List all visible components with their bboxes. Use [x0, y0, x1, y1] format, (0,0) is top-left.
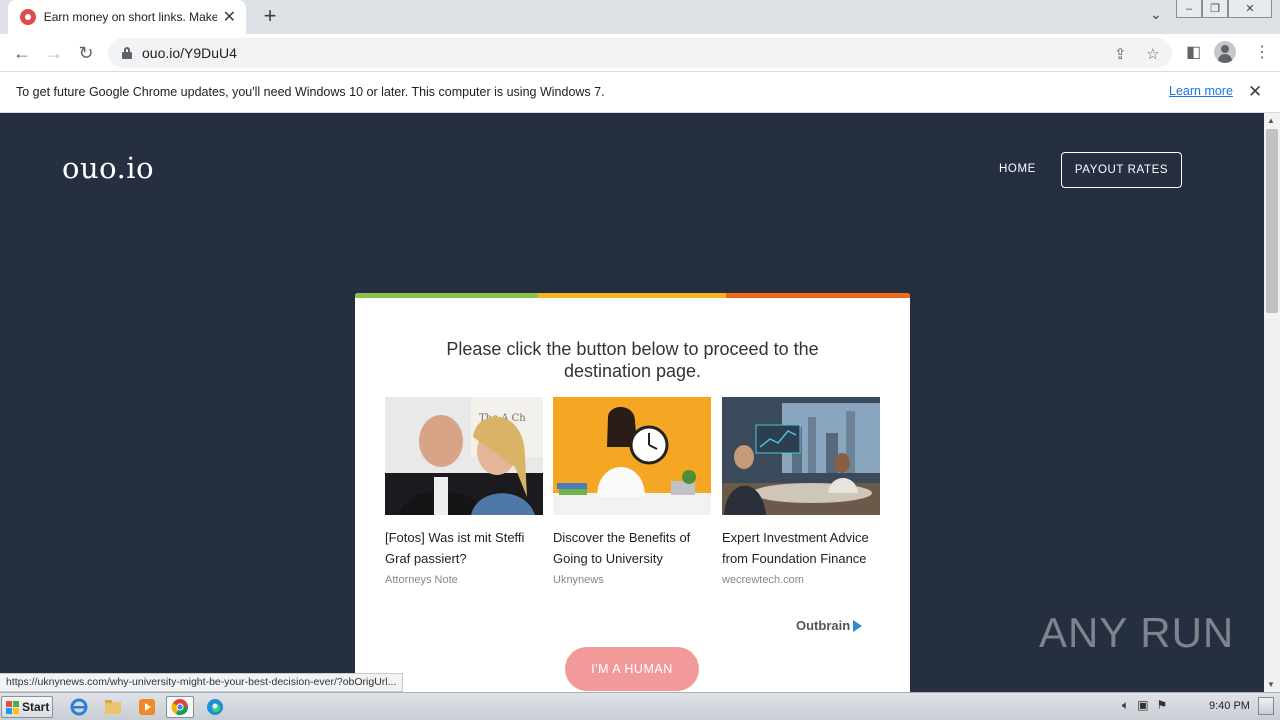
speaker-icon[interactable]: 🔈︎: [1122, 698, 1129, 713]
browser-tab[interactable]: Earn money on short links. Make sho ✕: [8, 0, 246, 34]
restore-button[interactable]: ❐: [1202, 0, 1228, 18]
window-close-button[interactable]: ✕: [1228, 0, 1272, 18]
system-tray: 🔈︎ ▣ ⚑: [1122, 698, 1167, 713]
stripe-yellow: [538, 293, 726, 298]
scroll-thumb[interactable]: [1266, 129, 1278, 313]
window-controls: ‒ ❐ ✕: [1176, 0, 1272, 18]
profile-avatar-icon[interactable]: [1214, 41, 1236, 63]
reload-icon[interactable]: ↻: [75, 42, 97, 64]
ad-title[interactable]: [Fotos] Was ist mit Steffi Graf passiert…: [385, 527, 543, 569]
action-center-flag-icon[interactable]: ⚑: [1157, 698, 1168, 713]
ad-title[interactable]: Discover the Benefits of Going to Univer…: [553, 527, 711, 569]
show-desktop-button[interactable]: [1258, 697, 1274, 715]
ad-source: Uknynews: [553, 574, 604, 586]
infobar-close-icon[interactable]: ✕: [1248, 82, 1262, 102]
menu-kebab-icon[interactable]: ⋮: [1254, 42, 1270, 62]
ad-image-clock-woman[interactable]: [553, 397, 711, 515]
side-panel-icon[interactable]: ◧: [1186, 42, 1201, 62]
tab-title: Earn money on short links. Make sho: [43, 10, 217, 24]
proceed-card: Please click the button below to proceed…: [355, 293, 910, 692]
payout-rates-button[interactable]: PAYOUT RATES: [1061, 152, 1182, 188]
network-icon[interactable]: ▣: [1137, 698, 1148, 713]
ad-item[interactable]: The A Ch [Fotos] Was ist mit Steffi Graf…: [385, 397, 543, 586]
tab-strip: Earn money on short links. Make sho ✕ + …: [0, 0, 1280, 34]
update-infobar: To get future Google Chrome updates, you…: [0, 72, 1280, 113]
nav-home-link[interactable]: HOME: [999, 163, 1036, 175]
infobar-message: To get future Google Chrome updates, you…: [16, 85, 605, 99]
ad-item[interactable]: Expert Investment Advice from Foundation…: [722, 397, 880, 586]
media-player-taskbar-icon[interactable]: [133, 696, 161, 718]
outbrain-logo[interactable]: Outbrain: [796, 618, 863, 633]
forward-arrow-icon[interactable]: →: [43, 42, 65, 64]
ad-source: Attorneys Note: [385, 574, 458, 586]
scroll-down-arrow-icon[interactable]: ▼: [1267, 680, 1275, 689]
outbrain-label: Outbrain: [796, 618, 851, 633]
page-content: ouo.io HOME PAYOUT RATES Please click th…: [0, 113, 1264, 692]
card-headline: Please click the button below to proceed…: [446, 339, 819, 381]
start-label: Start: [22, 700, 50, 714]
back-arrow-icon[interactable]: ←: [11, 42, 33, 64]
im-a-human-button[interactable]: I'M A HUMAN: [565, 647, 699, 691]
site-favicon-icon: [20, 9, 36, 25]
windows-taskbar: Start 🔈︎ ▣ ⚑ 9:40 PM: [0, 692, 1280, 720]
site-logo[interactable]: ouo.io: [62, 151, 154, 185]
anyrun-watermark: ANY RUN: [1039, 609, 1234, 657]
scroll-up-arrow-icon[interactable]: ▲: [1267, 116, 1275, 125]
chrome-taskbar-icon[interactable]: [166, 696, 194, 718]
link-status-bubble: https://uknynews.com/why-university-migh…: [0, 673, 404, 692]
share-icon[interactable]: ⇪: [1114, 45, 1127, 63]
ad-image-meeting[interactable]: [722, 397, 880, 515]
learn-more-link[interactable]: Learn more: [1169, 84, 1233, 98]
page-scrollbar[interactable]: ▲ ▼: [1264, 113, 1280, 692]
tab-search-chevron-icon[interactable]: ⌄: [1150, 6, 1162, 23]
windows-logo-icon: [6, 700, 19, 714]
minimize-button[interactable]: ‒: [1176, 0, 1202, 18]
stripe-orange: [726, 293, 910, 298]
url-text[interactable]: ouo.io/Y9DuU4: [142, 45, 237, 61]
ie-taskbar-icon[interactable]: [65, 696, 93, 718]
explorer-taskbar-icon[interactable]: [99, 696, 127, 718]
tab-close-icon[interactable]: ✕: [223, 7, 236, 27]
watermark-text: ANY RUN: [1039, 609, 1235, 656]
ad-title[interactable]: Expert Investment Advice from Foundation…: [722, 527, 880, 569]
new-tab-button[interactable]: +: [258, 3, 282, 28]
lock-icon: [122, 47, 132, 59]
outbrain-play-icon: [853, 619, 863, 632]
start-button[interactable]: Start: [1, 696, 53, 718]
ad-source: wecrewtech.com: [722, 574, 804, 586]
ad-image-couple[interactable]: The A Ch: [385, 397, 543, 515]
ad-item[interactable]: Discover the Benefits of Going to Univer…: [553, 397, 711, 586]
address-bar[interactable]: ouo.io/Y9DuU4 ⇪ ☆: [108, 38, 1172, 68]
stripe-green: [355, 293, 538, 298]
taskbar-clock[interactable]: 9:40 PM: [1209, 700, 1250, 712]
browser-toolbar: ← → ↻ ouo.io/Y9DuU4 ⇪ ☆ ◧ ⋮: [0, 34, 1280, 72]
bookmark-star-icon[interactable]: ☆: [1146, 45, 1159, 63]
edge-taskbar-icon[interactable]: [201, 696, 229, 718]
